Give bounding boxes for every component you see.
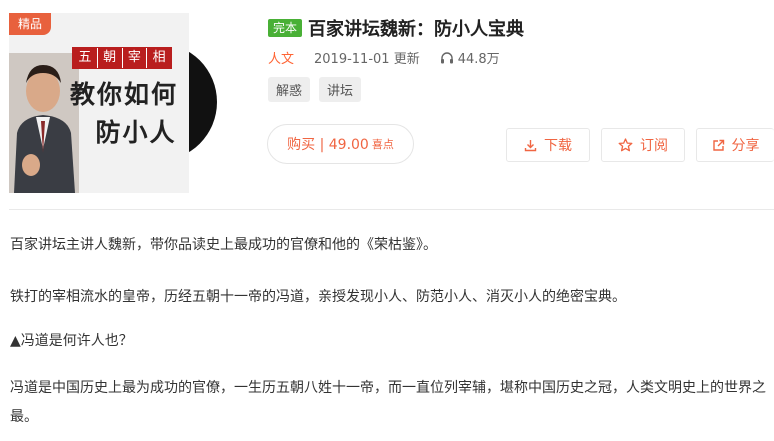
download-button[interactable]: 下载 — [506, 128, 590, 162]
buy-button[interactable]: 购买 | 49.00 喜点 — [267, 124, 414, 164]
album-cover[interactable]: 精品 五 朝 宰 相 教你如何 防小人 — [9, 13, 189, 193]
tag-item[interactable]: 讲坛 — [319, 77, 362, 102]
buy-unit: 喜点 — [371, 138, 394, 151]
buy-price: 购买 | 49.00 — [287, 137, 369, 153]
album-cover-area[interactable]: 精品 五 朝 宰 相 教你如何 防小人 — [9, 13, 217, 193]
seal-char: 朝 — [97, 48, 123, 68]
description-paragraph: ▲冯道是何许人也？ — [10, 333, 133, 349]
cover-title-line2: 防小人 — [95, 118, 177, 147]
cover-title-line1: 教你如何 — [69, 80, 178, 109]
share-button[interactable]: 分享 — [696, 128, 774, 162]
album-title-row: 完本 百家讲坛魏新：防小人宝典 — [268, 15, 524, 41]
subscribe-button[interactable]: 订阅 — [601, 128, 685, 162]
premium-badge: 精品 — [9, 13, 52, 35]
headphones-icon — [440, 52, 453, 64]
description-paragraph: 铁打的宰相流水的皇帝，历经五朝十一帝的冯道，亲授发现小人、防范小人、消灭小人的绝… — [10, 289, 626, 305]
description-paragraph: 冯道是中国历史上最为成功的官僚，一生历五朝八姓十一帝，而一直位列宰辅，堪称中国历… — [10, 380, 766, 425]
seal-char: 五 — [73, 48, 98, 68]
star-icon — [618, 138, 633, 152]
category-link[interactable]: 人文 — [268, 48, 294, 67]
share-label: 分享 — [731, 138, 760, 154]
tag-item[interactable]: 解惑 — [268, 77, 311, 102]
play-count-value: 44.8万 — [457, 52, 500, 67]
download-label: 下载 — [544, 138, 572, 154]
album-meta: 人文 2019-11-01 更新 44.8万 — [268, 48, 500, 67]
finished-tag: 完本 — [268, 19, 303, 37]
subscribe-label: 订阅 — [640, 138, 668, 154]
section-divider — [9, 209, 774, 210]
seal-char: 相 — [147, 48, 171, 68]
album-title: 百家讲坛魏新：防小人宝典 — [308, 19, 525, 40]
download-icon — [524, 139, 537, 151]
series-seal: 五 朝 宰 相 — [72, 47, 172, 69]
seal-char: 宰 — [122, 48, 148, 68]
share-icon — [712, 139, 724, 151]
update-date: 2019-11-01 更新 — [314, 52, 420, 67]
presenter-photo — [9, 53, 79, 193]
tag-list: 解惑 讲坛 — [268, 77, 370, 102]
description-paragraph: 百家讲坛主讲人魏新，带你品读史上最成功的官僚和他的《荣枯鉴》。 — [10, 237, 437, 253]
play-count: 44.8万 — [440, 48, 500, 67]
